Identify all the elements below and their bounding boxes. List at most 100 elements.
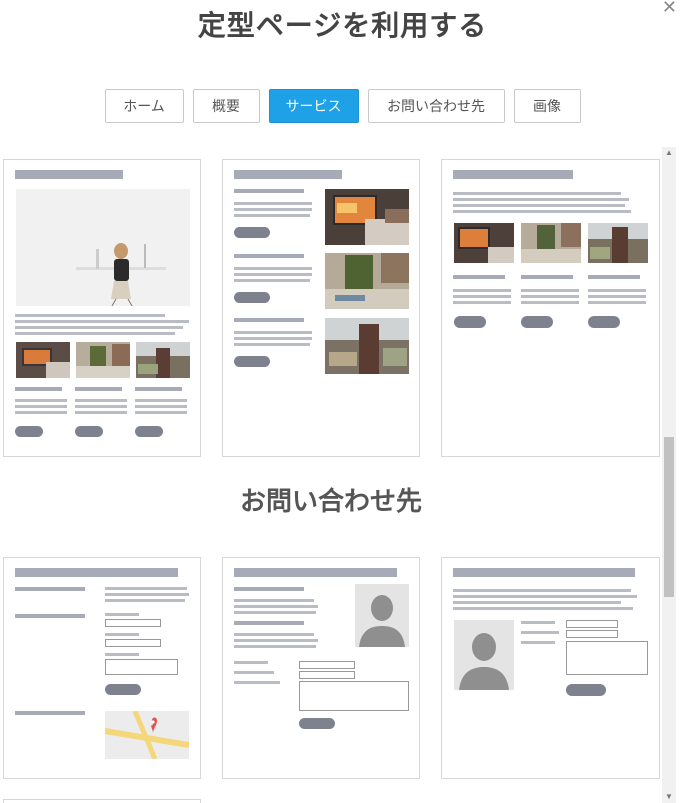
avatar-placeholder-icon [454, 620, 514, 690]
text-line [521, 631, 559, 634]
text-line [521, 289, 579, 292]
text-line [105, 599, 185, 602]
tab-contact[interactable]: お問い合わせ先 [367, 89, 505, 123]
tab-overview[interactable]: 概要 [192, 89, 260, 123]
placeholder-subheading [234, 587, 304, 591]
text-line [453, 204, 625, 207]
text-line [588, 295, 646, 298]
form-field [105, 619, 161, 627]
form-field [566, 620, 618, 628]
text-line [453, 589, 631, 592]
placeholder-button [566, 684, 606, 696]
form-field [105, 639, 161, 647]
text-line [15, 411, 67, 414]
form-field [299, 661, 355, 669]
template-card-services-2[interactable] [222, 159, 420, 457]
thumb-image [521, 223, 581, 263]
placeholder-subheading [234, 189, 304, 193]
text-line [234, 605, 318, 608]
form-textarea [105, 659, 178, 675]
placeholder-subheading [15, 711, 85, 715]
placeholder-button [299, 718, 335, 729]
text-line [135, 411, 187, 414]
text-line [135, 399, 187, 402]
text-line [453, 289, 511, 292]
arrow-up-icon[interactable]: ▲ [662, 147, 676, 159]
form-textarea [566, 641, 648, 675]
placeholder-subheading [15, 387, 62, 391]
scrollbar-thumb[interactable] [664, 437, 674, 597]
text-line [75, 411, 127, 414]
text-line [105, 593, 189, 596]
placeholder-subheading [75, 387, 122, 391]
placeholder-subheading [135, 387, 182, 391]
placeholder-button [588, 316, 620, 328]
close-icon[interactable]: ✕ [662, 0, 677, 18]
text-line [234, 273, 312, 276]
thumb-image [76, 342, 130, 378]
text-line [234, 639, 318, 642]
text-line [15, 399, 67, 402]
template-list[interactable]: お問い合わせ先 [0, 147, 662, 803]
placeholder-subheading [234, 318, 304, 322]
text-line [75, 399, 127, 402]
service-image [325, 318, 409, 374]
avatar-placeholder-icon [355, 584, 409, 647]
template-card-partial[interactable] [3, 799, 201, 803]
text-line [15, 326, 183, 329]
text-line [521, 641, 555, 644]
text-line [453, 601, 621, 604]
text-line [234, 633, 314, 636]
placeholder-heading [234, 170, 342, 179]
text-line [234, 279, 310, 282]
template-card-contact-1[interactable] [3, 557, 201, 779]
text-line [234, 671, 274, 674]
text-line [15, 405, 67, 408]
placeholder-heading [453, 568, 635, 577]
text-line [453, 607, 633, 610]
form-field [299, 671, 355, 679]
template-card-contact-3[interactable] [441, 557, 660, 779]
placeholder-heading [234, 568, 397, 577]
dialog-title: 定型ページを利用する [197, 10, 488, 41]
template-card-contact-2[interactable] [222, 557, 420, 779]
template-card-services-3[interactable] [441, 159, 660, 457]
text-line [588, 289, 646, 292]
arrow-down-icon[interactable]: ▼ [662, 791, 676, 803]
text-line [234, 661, 268, 664]
text-line [234, 611, 316, 614]
text-line [234, 645, 316, 648]
placeholder-button [105, 684, 141, 695]
text-line [234, 343, 310, 346]
tab-images[interactable]: 画像 [513, 89, 581, 123]
text-line [234, 214, 310, 217]
service-image [325, 189, 409, 245]
scrollbar[interactable]: ▲ ▼ [662, 147, 676, 803]
placeholder-button [234, 292, 270, 303]
text-line [135, 405, 187, 408]
placeholder-button [75, 426, 103, 437]
text-line [453, 210, 631, 213]
text-line [453, 192, 621, 195]
placeholder-button [135, 426, 163, 437]
placeholder-button [234, 227, 270, 238]
thumb-image [454, 223, 514, 263]
placeholder-subheading [15, 614, 85, 618]
placeholder-subheading [15, 587, 85, 591]
text-line [521, 295, 579, 298]
text-line [15, 314, 165, 317]
text-line [234, 267, 312, 270]
placeholder-subheading [588, 275, 640, 279]
placeholder-button [234, 356, 270, 367]
tab-home[interactable]: ホーム [104, 89, 184, 123]
placeholder-heading [15, 568, 178, 577]
template-card-services-1[interactable] [3, 159, 201, 457]
form-field [566, 630, 618, 638]
text-line [15, 332, 175, 335]
text-line [234, 681, 280, 684]
tab-services[interactable]: サービス [268, 89, 359, 123]
category-tabs: ホーム 概要 サービス お問い合わせ先 画像 [0, 89, 685, 123]
text-line [453, 198, 629, 201]
text-line [521, 301, 579, 304]
text-line [234, 331, 312, 334]
